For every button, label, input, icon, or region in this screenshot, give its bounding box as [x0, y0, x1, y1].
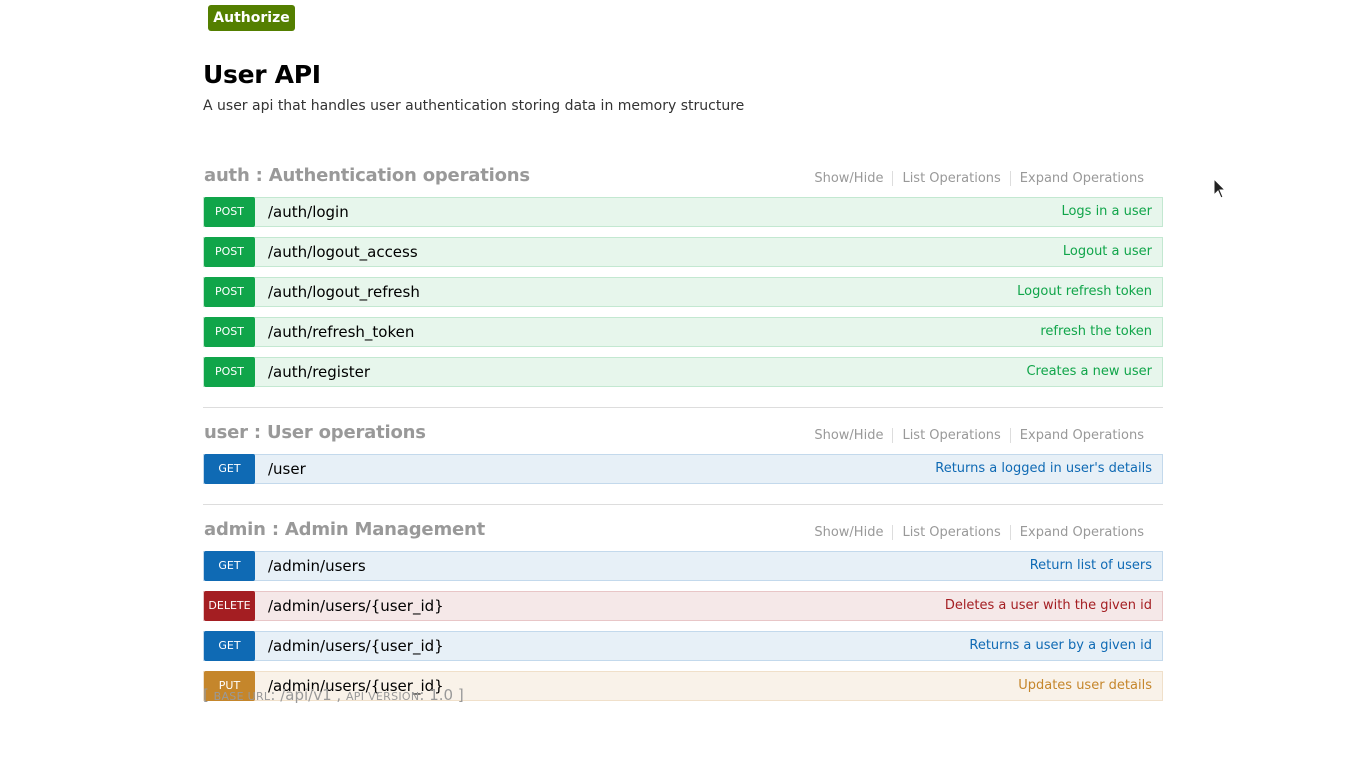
- operation-row[interactable]: DELETE/admin/users/{user_id} Deletes a us…: [203, 591, 1163, 621]
- http-method-badge[interactable]: GET: [204, 551, 255, 581]
- operation-summary[interactable]: Deletes a user with the given id: [945, 592, 1152, 620]
- api-description: A user api that handles user authenticat…: [203, 98, 745, 114]
- operation-summary[interactable]: Logout a user: [1063, 238, 1152, 266]
- api-version-value: 1.0: [429, 686, 454, 704]
- expand-operations-link[interactable]: Expand Operations: [1009, 171, 1153, 186]
- resources-list: auth : Authentication operations Show/Hid…: [203, 160, 1163, 730]
- operation-path[interactable]: /auth/refresh_token: [268, 318, 414, 346]
- http-method-badge[interactable]: POST: [204, 277, 255, 307]
- operation-summary[interactable]: Updates user details: [1018, 672, 1152, 700]
- operation-row[interactable]: GET/admin/users/{user_id} Returns a user …: [203, 631, 1163, 661]
- resource-title[interactable]: user : User operations: [204, 422, 426, 443]
- footer-close-bracket: ]: [457, 686, 464, 704]
- operation-summary[interactable]: Logs in a user: [1061, 198, 1152, 226]
- operation-summary[interactable]: Logout refresh token: [1017, 278, 1152, 306]
- resource-title[interactable]: admin : Admin Management: [204, 519, 485, 540]
- operation-path[interactable]: /auth/logout_refresh: [268, 278, 420, 306]
- http-method-badge[interactable]: GET: [204, 454, 255, 484]
- show-hide-link[interactable]: Show/Hide: [805, 428, 892, 443]
- operation-path[interactable]: /auth/login: [268, 198, 349, 226]
- expand-operations-link[interactable]: Expand Operations: [1009, 525, 1153, 540]
- resource-group: auth : Authentication operations Show/Hid…: [203, 160, 1163, 408]
- operation-path[interactable]: /user: [268, 455, 306, 483]
- http-method-badge[interactable]: DELETE: [204, 591, 255, 621]
- operation-summary[interactable]: Return list of users: [1030, 552, 1152, 580]
- operation-row[interactable]: GET/admin/users Return list of users: [203, 551, 1163, 581]
- operation-path[interactable]: /admin/users/{user_id}: [268, 592, 444, 620]
- resource-header: admin : Admin Management Show/Hide List Op…: [203, 514, 1163, 546]
- operation-row[interactable]: POST/auth/register Creates a new user: [203, 357, 1163, 387]
- operation-row[interactable]: POST/auth/logout_refresh Logout refresh t…: [203, 277, 1163, 307]
- expand-operations-link[interactable]: Expand Operations: [1009, 428, 1153, 443]
- http-method-badge[interactable]: POST: [204, 237, 255, 267]
- list-operations-link[interactable]: List Operations: [892, 525, 1009, 540]
- footer-separator: ,: [336, 686, 342, 704]
- operation-path[interactable]: /auth/register: [268, 358, 370, 386]
- resource-header: auth : Authentication operations Show/Hid…: [203, 160, 1163, 192]
- api-footer: [ base url: /api/v1 , api version: 1.0 ]: [203, 686, 464, 704]
- http-method-badge[interactable]: POST: [204, 197, 255, 227]
- mouse-pointer-icon: [1213, 177, 1227, 204]
- authorize-button[interactable]: Authorize: [208, 5, 295, 31]
- resource-links: Show/Hide List Operations Expand Operation…: [805, 525, 1153, 540]
- base-url-value: /api/v1: [280, 686, 332, 704]
- resource-links: Show/Hide List Operations Expand Operation…: [805, 171, 1153, 186]
- operation-row[interactable]: GET/user Returns a logged in user's detai…: [203, 454, 1163, 484]
- operation-row[interactable]: POST/auth/refresh_token refresh the token: [203, 317, 1163, 347]
- operation-path[interactable]: /auth/logout_access: [268, 238, 418, 266]
- operation-summary[interactable]: refresh the token: [1040, 318, 1152, 346]
- operation-row[interactable]: POST/auth/logout_access Logout a user: [203, 237, 1163, 267]
- api-title: User API: [203, 60, 321, 89]
- operation-summary[interactable]: Returns a user by a given id: [969, 632, 1152, 660]
- api-version-label: api version: [345, 690, 420, 703]
- http-method-badge[interactable]: POST: [204, 317, 255, 347]
- http-method-badge[interactable]: POST: [204, 357, 255, 387]
- operation-path[interactable]: /admin/users: [268, 552, 366, 580]
- operation-path[interactable]: /admin/users/{user_id}: [268, 632, 444, 660]
- operation-row[interactable]: POST/auth/login Logs in a user: [203, 197, 1163, 227]
- operation-summary[interactable]: Creates a new user: [1026, 358, 1152, 386]
- api-info: User API A user api that handles user au…: [203, 60, 1163, 114]
- resource-links: Show/Hide List Operations Expand Operation…: [805, 428, 1153, 443]
- show-hide-link[interactable]: Show/Hide: [805, 171, 892, 186]
- base-url-label: base url: [213, 690, 271, 703]
- resource-group: user : User operations Show/Hide List Oper…: [203, 417, 1163, 505]
- footer-open-bracket: [: [203, 686, 209, 704]
- list-operations-link[interactable]: List Operations: [892, 171, 1009, 186]
- list-operations-link[interactable]: List Operations: [892, 428, 1009, 443]
- operation-summary[interactable]: Returns a logged in user's details: [935, 455, 1152, 483]
- show-hide-link[interactable]: Show/Hide: [805, 525, 892, 540]
- http-method-badge[interactable]: GET: [204, 631, 255, 661]
- resource-header: user : User operations Show/Hide List Oper…: [203, 417, 1163, 449]
- resource-title[interactable]: auth : Authentication operations: [204, 165, 530, 186]
